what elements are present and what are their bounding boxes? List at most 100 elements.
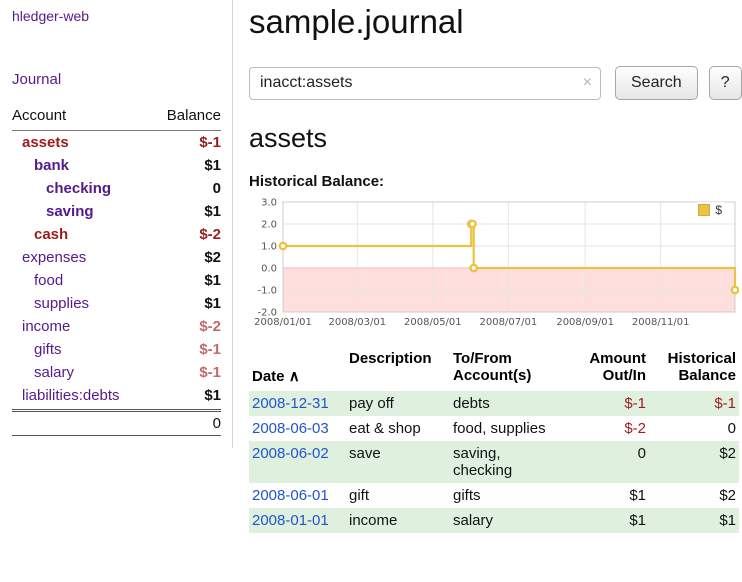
main-content: sample.journal × Search ? assets Histori… [233, 0, 742, 533]
register-table: Date ∧ Description To/From Account(s) Am… [249, 348, 739, 533]
account-row: income $-2 [12, 315, 221, 338]
account-link[interactable]: income [12, 318, 70, 335]
transaction-description: gift [346, 483, 450, 508]
account-link[interactable]: assets [12, 134, 69, 151]
register-body: 2008-12-31 pay off debts $-1 $-1 2008-06… [249, 391, 739, 533]
clear-search-icon[interactable]: × [583, 74, 592, 92]
transaction-accounts: salary [450, 508, 584, 533]
account-balance: $-1 [199, 134, 221, 151]
transaction-accounts: food, supplies [450, 416, 584, 441]
column-header-balance: Historical Balance [649, 348, 739, 391]
account-link[interactable]: salary [12, 364, 74, 381]
transaction-balance: 0 [649, 416, 739, 441]
account-balance: $1 [204, 272, 221, 289]
account-balance: $1 [204, 157, 221, 174]
svg-text:0.0: 0.0 [261, 264, 277, 275]
account-row: saving $1 [12, 200, 221, 223]
accounts-table-header: Account Balance [12, 104, 221, 131]
accounts-header-account: Account [12, 107, 66, 124]
transaction-date-link[interactable]: 2008-06-02 [252, 445, 329, 462]
account-balance: $-2 [199, 226, 221, 243]
app-title-link[interactable]: hledger-web [12, 8, 89, 24]
svg-text:2008/09/01: 2008/09/01 [556, 317, 614, 328]
svg-text:3.0: 3.0 [261, 198, 277, 209]
account-tree: assets $-1 bank $1 checking 0 saving $1 … [12, 131, 221, 407]
search-form: × Search ? [249, 66, 738, 100]
transaction-balance: $1 [649, 508, 739, 533]
search-input[interactable] [249, 67, 601, 100]
transaction-date-link[interactable]: 2008-06-03 [252, 420, 329, 437]
account-link[interactable]: gifts [12, 341, 62, 358]
chart-legend: $ [695, 202, 725, 218]
register-row: 2008-06-02 save saving, checking 0 $2 [249, 441, 739, 483]
column-header-amount: Amount Out/In [584, 348, 649, 391]
account-link[interactable]: cash [12, 226, 68, 243]
svg-text:2008/03/01: 2008/03/01 [328, 317, 386, 328]
svg-text:2008/05/01: 2008/05/01 [404, 317, 462, 328]
transaction-amount: $1 [584, 508, 649, 533]
account-balance: $1 [204, 387, 221, 404]
account-balance: $2 [204, 249, 221, 266]
register-row: 2008-01-01 income salary $1 $1 [249, 508, 739, 533]
register-row: 2008-12-31 pay off debts $-1 $-1 [249, 391, 739, 416]
accounts-total-value: 0 [213, 415, 221, 432]
account-link[interactable]: food [12, 272, 63, 289]
sidebar-item-journal[interactable]: Journal [12, 71, 61, 88]
account-balance: $-1 [199, 364, 221, 381]
sort-by-date-link[interactable]: Date ∧ [252, 368, 300, 385]
account-balance: $-2 [199, 318, 221, 335]
register-row: 2008-06-03 eat & shop food, supplies $-2… [249, 416, 739, 441]
account-row: supplies $1 [12, 292, 221, 315]
column-header-description: Description [346, 348, 450, 391]
transaction-balance: $2 [649, 441, 739, 483]
accounts-panel: Account Balance assets $-1 bank $1 check… [12, 104, 221, 436]
transaction-description: income [346, 508, 450, 533]
register-row: 2008-06-01 gift gifts $1 $2 [249, 483, 739, 508]
account-link[interactable]: supplies [12, 295, 89, 312]
account-link[interactable]: liabilities:debts [12, 387, 120, 404]
transaction-date-link[interactable]: 2008-06-01 [252, 487, 329, 504]
account-row: gifts $-1 [12, 338, 221, 361]
help-button[interactable]: ? [709, 66, 742, 100]
account-link[interactable]: expenses [12, 249, 86, 266]
svg-text:2008/11/01: 2008/11/01 [632, 317, 690, 328]
accounts-header-balance: Balance [167, 107, 221, 124]
account-row: cash $-2 [12, 223, 221, 246]
transaction-balance: $2 [649, 483, 739, 508]
account-row: expenses $2 [12, 246, 221, 269]
svg-text:1.0: 1.0 [261, 242, 277, 253]
transaction-amount: $1 [584, 483, 649, 508]
search-button[interactable]: Search [615, 66, 698, 100]
transaction-description: save [346, 441, 450, 483]
historical-balance-chart-svg: 3.02.01.00.0-1.0-2.02008/01/012008/03/01… [249, 196, 739, 336]
account-link[interactable]: saving [12, 203, 94, 220]
transaction-accounts: gifts [450, 483, 584, 508]
account-link[interactable]: bank [12, 157, 69, 174]
account-page-title: assets [249, 123, 738, 154]
transaction-accounts: debts [450, 391, 584, 416]
account-row: salary $-1 [12, 361, 221, 384]
transaction-date-link[interactable]: 2008-01-01 [252, 512, 329, 529]
transaction-balance: $-1 [649, 391, 739, 416]
account-row: liabilities:debts $1 [12, 384, 221, 407]
account-row: checking 0 [12, 177, 221, 200]
account-balance: $-1 [199, 341, 221, 358]
hledger-web-page: { "colors": { "purple": "#551a8b", "red"… [0, 0, 742, 582]
transaction-amount: $-1 [584, 391, 649, 416]
column-header-date[interactable]: Date ∧ [249, 348, 346, 391]
transaction-description: eat & shop [346, 416, 450, 441]
account-balance: $1 [204, 203, 221, 220]
account-balance: 0 [213, 180, 221, 197]
account-row: assets $-1 [12, 131, 221, 154]
account-balance: $1 [204, 295, 221, 312]
accounts-total-row: 0 [12, 409, 221, 436]
historical-balance-chart: 3.02.01.00.0-1.0-2.02008/01/012008/03/01… [249, 196, 739, 336]
account-row: bank $1 [12, 154, 221, 177]
legend-series-label: $ [715, 203, 722, 217]
svg-text:-1.0: -1.0 [257, 286, 277, 297]
transaction-accounts: saving, checking [450, 441, 584, 483]
transaction-date-link[interactable]: 2008-12-31 [252, 395, 329, 412]
account-link[interactable]: checking [12, 180, 111, 197]
transaction-amount: $-2 [584, 416, 649, 441]
chart-title: Historical Balance: [249, 173, 738, 190]
